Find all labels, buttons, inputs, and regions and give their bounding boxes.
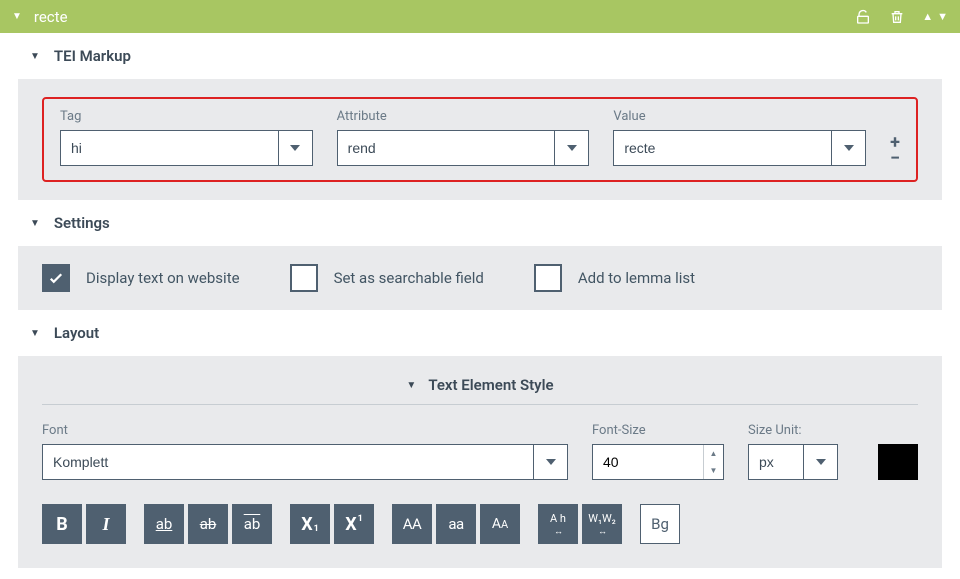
fontsize-input[interactable] [593, 445, 703, 479]
tei-highlight-box: Tag Attribute Value + − [42, 97, 918, 182]
unit-label: Size Unit: [748, 423, 838, 438]
section-head-settings: ▼ Settings [0, 200, 960, 246]
unit-input[interactable] [749, 445, 803, 479]
size-label: Font-Size [592, 423, 724, 438]
overline-button[interactable]: ab [232, 504, 272, 544]
topbar: ▼ recte ▲ ▼ [0, 0, 960, 33]
attribute-label: Attribute [337, 109, 590, 124]
subscript-button[interactable]: X1 [290, 504, 330, 544]
chevron-down-icon[interactable]: ▼ [406, 380, 416, 391]
searchable-option: Set as searchable field [290, 264, 484, 292]
add-remove-controls: + − [890, 136, 900, 166]
fontsize-step-buttons: ▲ ▼ [703, 445, 723, 479]
unit-combo[interactable] [748, 444, 838, 480]
lemma-checkbox[interactable] [534, 264, 562, 292]
settings-row: Display text on website Set as searchabl… [42, 264, 918, 292]
topbar-title: recte [34, 8, 854, 26]
attribute-input[interactable] [338, 131, 555, 165]
remove-row-button[interactable]: − [890, 152, 900, 166]
style-subhead: ▼ Text Element Style [42, 362, 918, 405]
display-text-checkbox[interactable] [42, 264, 70, 292]
step-up-button[interactable]: ▲ [704, 445, 723, 462]
lemma-option: Add to lemma list [534, 264, 695, 292]
section-title: Settings [54, 214, 110, 232]
italic-button[interactable]: I [86, 504, 126, 544]
value-dropdown-button[interactable] [831, 131, 865, 165]
chevron-down-icon[interactable]: ▼ [30, 218, 40, 229]
move-up-icon[interactable]: ▲ [922, 10, 933, 23]
chevron-down-icon [567, 145, 577, 151]
chevron-down-icon[interactable]: ▼ [30, 328, 40, 339]
topbar-move-arrows: ▲ ▼ [922, 10, 948, 23]
section-title: Layout [54, 324, 99, 342]
topbar-collapse-icon[interactable]: ▼ [12, 11, 22, 22]
step-down-button[interactable]: ▼ [704, 462, 723, 479]
settings-panel: Display text on website Set as searchabl… [18, 246, 942, 310]
value-label: Value [613, 109, 866, 124]
tag-label: Tag [60, 109, 313, 124]
smallcaps-button[interactable]: AA [480, 504, 520, 544]
text-style-toolbar: B I ab ab ab X1 X1 AA aa AA A h↔ W₁W₂↔ B… [42, 504, 918, 544]
searchable-checkbox[interactable] [290, 264, 318, 292]
superscript-button[interactable]: X1 [334, 504, 374, 544]
chevron-down-icon[interactable]: ▼ [30, 51, 40, 62]
font-input[interactable] [43, 445, 533, 479]
topbar-actions: ▲ ▼ [854, 8, 948, 26]
value-column: Value [613, 109, 866, 166]
letterspacing-button[interactable]: A h↔ [538, 504, 578, 544]
chevron-down-icon [816, 459, 826, 465]
chevron-down-icon [290, 145, 300, 151]
tei-panel: Tag Attribute Value + − [18, 79, 942, 200]
display-text-label: Display text on website [86, 269, 240, 287]
background-button[interactable]: Bg [640, 504, 680, 544]
font-dropdown-button[interactable] [533, 445, 567, 479]
tag-dropdown-button[interactable] [278, 131, 312, 165]
tag-input[interactable] [61, 131, 278, 165]
section-head-tei: ▼ TEI Markup [0, 33, 960, 79]
style-title: Text Element Style [428, 376, 553, 394]
font-row: Font Font-Size ▲ ▼ Size Unit: [42, 423, 918, 480]
trash-icon[interactable] [888, 8, 906, 26]
font-column: Font [42, 423, 568, 480]
wordspacing-button[interactable]: W₁W₂↔ [582, 504, 622, 544]
layout-panel: ▼ Text Element Style Font Font-Size ▲ ▼ … [18, 356, 942, 568]
unlock-icon[interactable] [854, 8, 872, 26]
unit-column: Size Unit: [748, 423, 838, 480]
font-combo[interactable] [42, 444, 568, 480]
strike-button[interactable]: ab [188, 504, 228, 544]
fontsize-spinner[interactable]: ▲ ▼ [592, 444, 724, 480]
check-icon [47, 269, 65, 287]
lowercase-button[interactable]: aa [436, 504, 476, 544]
value-combo[interactable] [613, 130, 866, 166]
bold-button[interactable]: B [42, 504, 82, 544]
font-label: Font [42, 423, 568, 438]
display-text-option: Display text on website [42, 264, 240, 292]
color-picker[interactable] [878, 444, 918, 480]
tag-combo[interactable] [60, 130, 313, 166]
section-title: TEI Markup [54, 47, 131, 65]
value-input[interactable] [614, 131, 831, 165]
section-head-layout: ▼ Layout [0, 310, 960, 356]
underline-button[interactable]: ab [144, 504, 184, 544]
chevron-down-icon [546, 459, 556, 465]
tag-column: Tag [60, 109, 313, 166]
lemma-label: Add to lemma list [578, 269, 695, 287]
unit-dropdown-button[interactable] [803, 445, 837, 479]
chevron-down-icon [844, 145, 854, 151]
attribute-dropdown-button[interactable] [554, 131, 588, 165]
searchable-label: Set as searchable field [334, 269, 484, 287]
attribute-combo[interactable] [337, 130, 590, 166]
size-column: Font-Size ▲ ▼ [592, 423, 724, 480]
move-down-icon[interactable]: ▼ [937, 10, 948, 23]
uppercase-button[interactable]: AA [392, 504, 432, 544]
attribute-column: Attribute [337, 109, 590, 166]
